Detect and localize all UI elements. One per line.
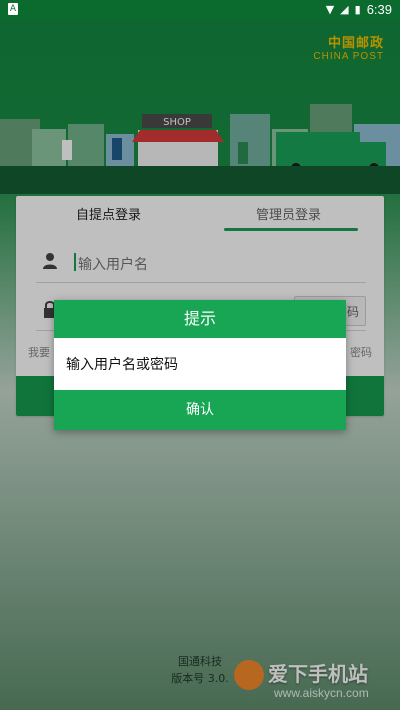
dialog-confirm-button[interactable]: 确认 bbox=[54, 390, 346, 430]
signal-icon: ◢ bbox=[340, 2, 349, 16]
dialog-message: 输入用户名或密码 bbox=[66, 357, 178, 373]
dialog-title: 提示 bbox=[54, 300, 346, 338]
screen: A ▼ ◢ ▮ 6:39 中国邮政 CHINA POST SHOP 自提点登录 … bbox=[0, 0, 400, 710]
battery-icon: ▮ bbox=[354, 2, 361, 16]
alert-dialog: 提示 输入用户名或密码 确认 bbox=[54, 300, 346, 430]
wifi-icon: ▼ bbox=[325, 2, 335, 16]
status-icons: ▼ ◢ ▮ 6:39 bbox=[326, 2, 392, 17]
status-badge: A bbox=[8, 3, 18, 15]
status-time: 6:39 bbox=[366, 2, 392, 17]
status-bar: A ▼ ◢ ▮ 6:39 bbox=[0, 0, 400, 20]
